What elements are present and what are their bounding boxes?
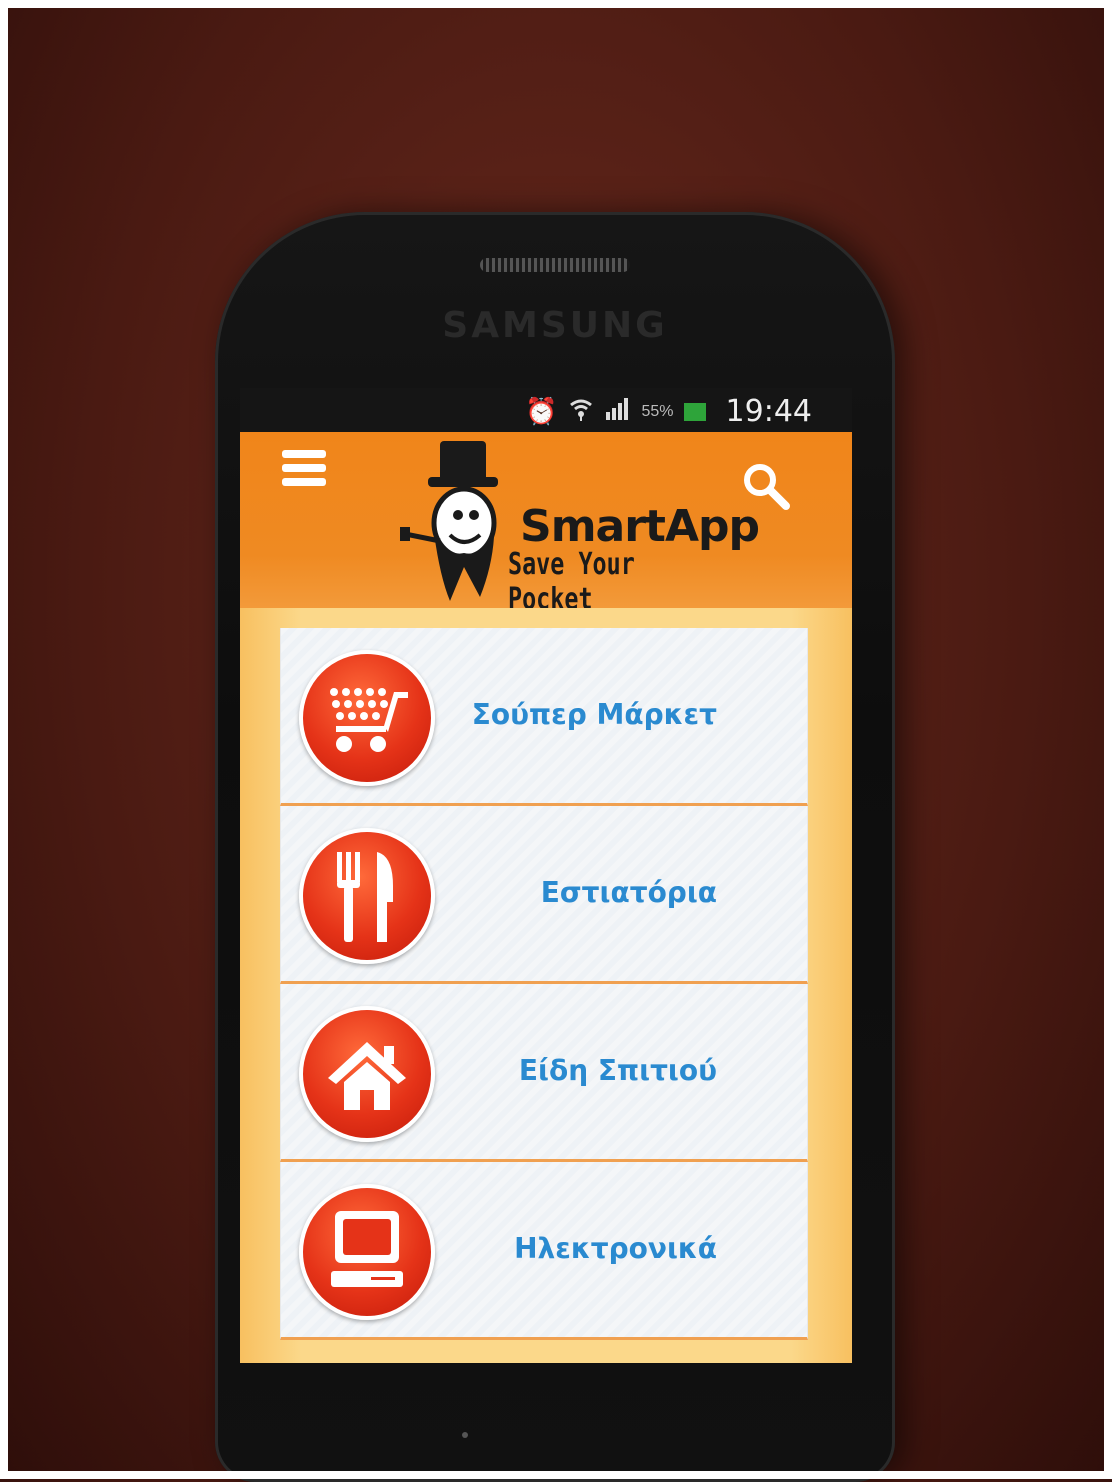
- computer-icon: [299, 1184, 435, 1320]
- phone-screen: ⏰ 55% 19:44 SmartApp Save Your Pocket Σο…: [240, 388, 852, 1363]
- category-list: Σούπερ Μάρκετ Εστιατόρια Είδη Σπιτιού Ηλ…: [240, 608, 852, 1363]
- category-label: Ηλεκτρονικά: [514, 1232, 717, 1265]
- category-item-restaurants[interactable]: Εστιατόρια: [280, 806, 808, 984]
- house-icon: [299, 1006, 435, 1142]
- logo-tagline: Save Your Pocket: [508, 547, 635, 617]
- signal-icon: [604, 396, 632, 427]
- category-item-electronics[interactable]: Ηλεκτρονικά: [280, 1162, 808, 1340]
- app-header: SmartApp Save Your Pocket: [240, 432, 852, 617]
- alarm-icon: ⏰: [525, 396, 558, 427]
- smartapp-logo: SmartApp Save Your Pocket: [400, 437, 760, 617]
- category-label: Σούπερ Μάρκετ: [471, 698, 717, 731]
- status-bar: ⏰ 55% 19:44: [240, 388, 852, 432]
- battery-percent: 55%: [641, 402, 674, 420]
- category-label: Εστιατόρια: [540, 876, 717, 909]
- wifi-icon: [568, 395, 594, 428]
- category-item-supermarket[interactable]: Σούπερ Μάρκετ: [280, 628, 808, 806]
- search-icon[interactable]: [740, 460, 792, 512]
- battery-icon: [683, 402, 706, 421]
- logo-title: SmartApp: [520, 501, 760, 552]
- category-label: Είδη Σπιτιού: [518, 1054, 717, 1087]
- phone-speaker: [480, 258, 630, 272]
- phone-brand: SAMSUNG: [442, 305, 668, 346]
- home-sensor: [462, 1432, 468, 1438]
- status-clock: 19:44: [725, 394, 812, 429]
- shopping-cart-icon: [299, 650, 435, 786]
- category-item-home-goods[interactable]: Είδη Σπιτιού: [280, 984, 808, 1162]
- hamburger-menu-icon[interactable]: [282, 450, 326, 490]
- fork-knife-icon: [299, 828, 435, 964]
